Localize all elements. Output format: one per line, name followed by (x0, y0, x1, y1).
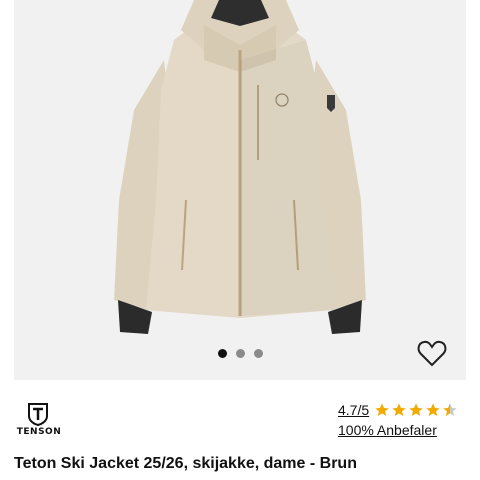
product-title: Teton Ski Jacket 25/26, skijakke, dame -… (14, 455, 357, 472)
product-rating[interactable]: 4.7/5 (338, 401, 458, 419)
rating-stars (374, 402, 458, 418)
star-icon (409, 403, 423, 416)
tenson-logo-icon (28, 403, 48, 426)
star-icon (375, 403, 389, 416)
gallery-dot-2[interactable] (235, 349, 245, 358)
heart-outline-icon (417, 340, 447, 367)
star-icon (392, 403, 406, 416)
gallery-dot-1[interactable] (217, 349, 227, 358)
recommend-link[interactable]: 100% Anbefaler (338, 422, 437, 438)
gallery-dot-3[interactable] (253, 349, 263, 358)
star-half-icon (443, 403, 457, 416)
product-image-gallery[interactable] (14, 0, 466, 380)
brand-name: TENSON (16, 427, 62, 437)
product-image[interactable] (14, 0, 466, 380)
wishlist-button[interactable] (417, 339, 447, 367)
star-icon (426, 403, 440, 416)
rating-value[interactable]: 4.7/5 (338, 402, 369, 418)
brand-logo[interactable]: TENSON (14, 402, 64, 442)
gallery-pagination (14, 349, 466, 361)
